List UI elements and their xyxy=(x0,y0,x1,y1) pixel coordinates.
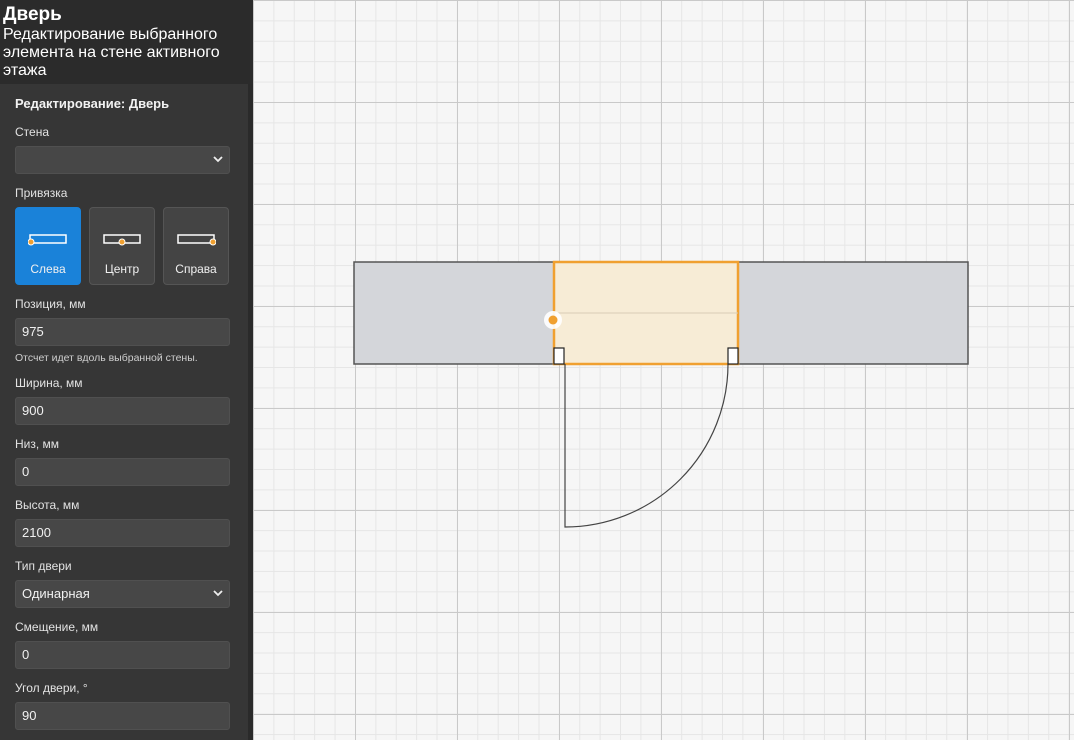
page-title: Дверь xyxy=(3,4,62,25)
section-title: Редактирование: Дверь xyxy=(15,96,170,111)
door-swing-arc xyxy=(564,363,729,528)
width-label: Ширина, мм xyxy=(15,376,83,390)
door-type-group: Тип двери Одинарная xyxy=(15,559,233,608)
snap-right-label: Справа xyxy=(175,262,217,276)
offset-input[interactable]: 0 xyxy=(15,641,230,669)
offset-group: Смещение, мм 0 xyxy=(15,620,233,669)
properties-panel: Редактирование: Дверь Стена Привязка Сле… xyxy=(0,84,248,740)
door-type-label: Тип двери xyxy=(15,559,72,573)
plan-canvas[interactable] xyxy=(253,0,1074,740)
chevron-down-icon xyxy=(213,156,223,163)
chevron-down-icon xyxy=(213,590,223,597)
angle-label: Угол двери, ° xyxy=(15,681,88,695)
width-group: Ширина, мм 900 xyxy=(15,376,233,425)
snap-center-icon xyxy=(103,234,141,246)
wall-group: Стена xyxy=(15,125,233,174)
door-hinge-left xyxy=(553,347,565,365)
height-input[interactable]: 2100 xyxy=(15,519,230,547)
angle-input[interactable]: 90 xyxy=(15,702,230,730)
snap-options: Слева Центр Справа xyxy=(15,207,233,285)
height-label: Высота, мм xyxy=(15,498,80,512)
bottom-input[interactable]: 0 xyxy=(15,458,230,486)
snap-left-button[interactable]: Слева xyxy=(15,207,81,285)
door-type-value: Одинарная xyxy=(22,586,90,601)
door-hinge-right xyxy=(727,347,739,365)
snap-center-button[interactable]: Центр xyxy=(89,207,155,285)
bottom-group: Низ, мм 0 xyxy=(15,437,233,486)
position-input[interactable]: 975 xyxy=(15,318,230,346)
plan-drawing xyxy=(353,260,969,528)
page-subtitle: Редактирование выбранного элемента на ст… xyxy=(3,26,220,79)
position-label: Позиция, мм xyxy=(15,297,86,311)
offset-label: Смещение, мм xyxy=(15,620,99,634)
bottom-label: Низ, мм xyxy=(15,437,60,451)
sidebar-header: Дверь Редактирование выбранного элемента… xyxy=(0,0,253,86)
door-type-select[interactable]: Одинарная xyxy=(15,580,230,608)
position-group: Позиция, мм 975 Отсчет идет вдоль выбран… xyxy=(15,297,233,364)
snap-center-label: Центр xyxy=(104,262,140,276)
snap-label: Привязка xyxy=(15,186,68,200)
wall-label: Стена xyxy=(15,125,50,139)
snap-left-label: Слева xyxy=(30,262,66,276)
wall-select[interactable] xyxy=(15,146,230,174)
angle-group: Угол двери, ° 90 xyxy=(15,681,233,730)
sidebar: Дверь Редактирование выбранного элемента… xyxy=(0,0,253,740)
snap-right-button[interactable]: Справа xyxy=(163,207,229,285)
snap-left-icon xyxy=(28,234,67,246)
snap-right-icon xyxy=(177,234,216,246)
position-hint: Отсчет идет вдоль выбранной стены. xyxy=(15,352,198,364)
width-input[interactable]: 900 xyxy=(15,397,230,425)
anchor-handle[interactable] xyxy=(548,315,558,325)
height-group: Высота, мм 2100 xyxy=(15,498,233,547)
